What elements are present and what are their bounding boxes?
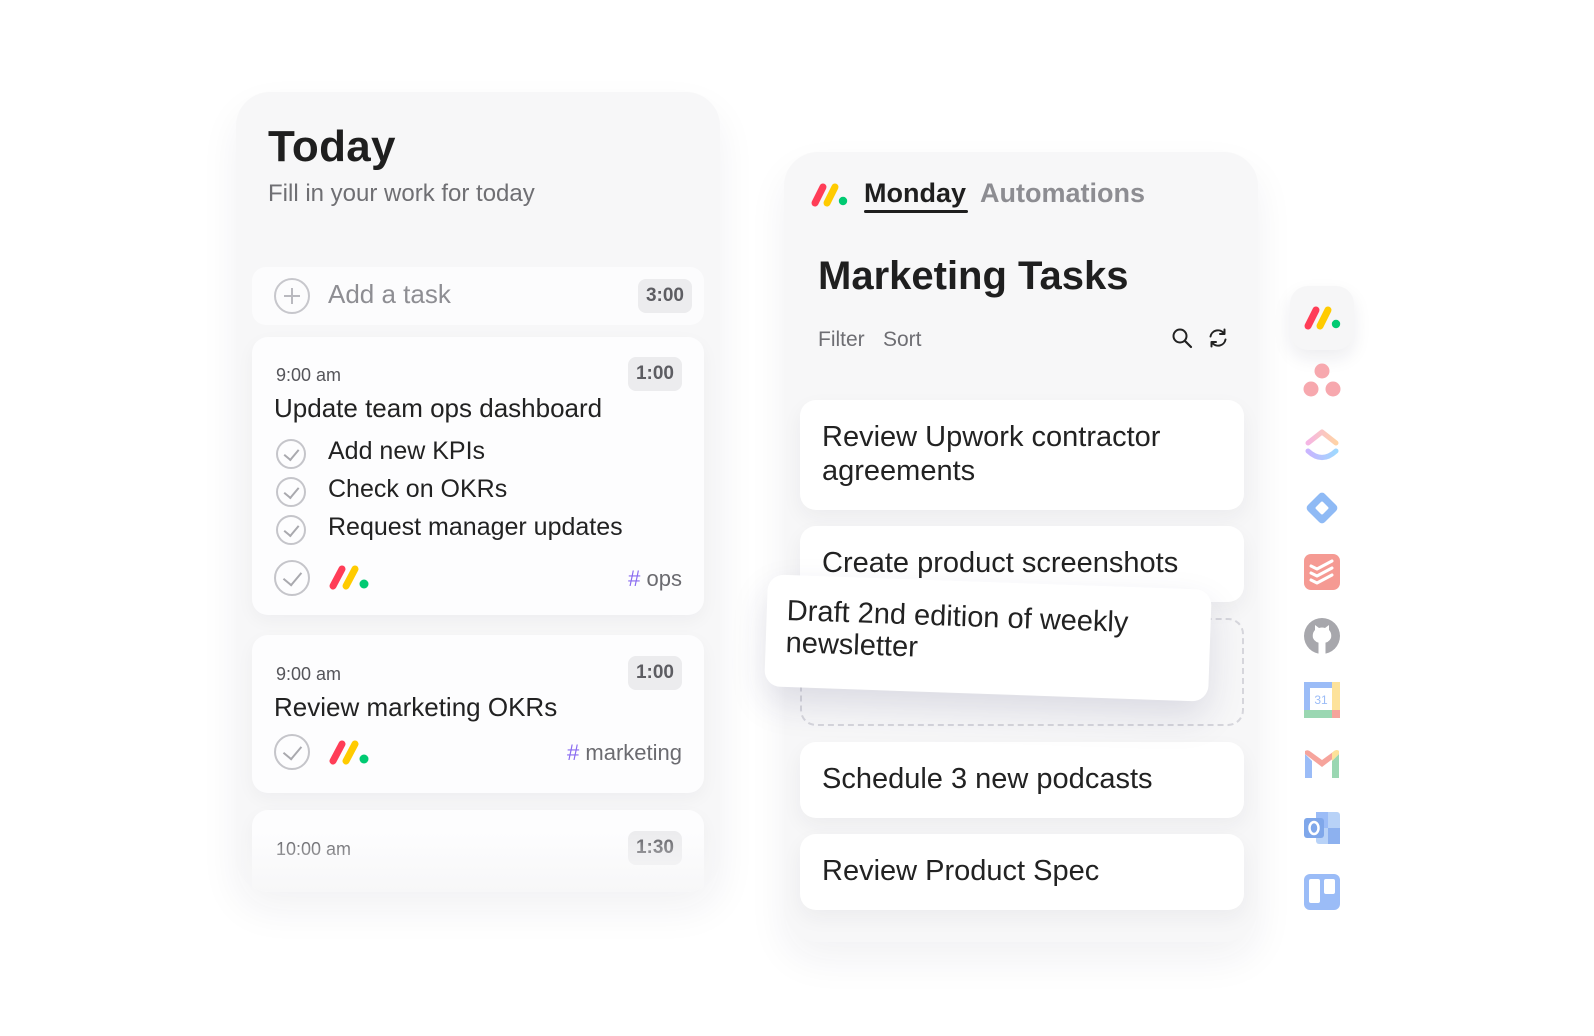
- jira-icon[interactable]: [1302, 488, 1342, 528]
- google-calendar-icon[interactable]: 31: [1302, 680, 1342, 720]
- dragging-task-label: Draft 2nd edition of weekly newsletter: [785, 594, 1129, 664]
- task-duration-badge[interactable]: 1:00: [627, 357, 682, 391]
- tag-text: ops: [646, 566, 682, 591]
- add-task-row[interactable]: Add a task 3:00: [252, 267, 704, 325]
- board-task-label: Create product screenshots: [822, 547, 1179, 579]
- add-task-input[interactable]: Add a task: [328, 279, 451, 310]
- dragging-task-card[interactable]: Draft 2nd edition of weekly newsletter: [764, 574, 1212, 702]
- hash-icon: #: [567, 740, 580, 765]
- gmail-icon[interactable]: [1302, 744, 1342, 784]
- subtask-check-icon[interactable]: [276, 515, 306, 545]
- subtask-label: Add new KPIs: [328, 437, 486, 465]
- monday-icon[interactable]: [1302, 298, 1342, 338]
- task-duration-badge[interactable]: 1:00: [627, 656, 682, 690]
- subtask-check-icon[interactable]: [276, 477, 306, 507]
- tag-label[interactable]: # marketing: [567, 740, 682, 766]
- refresh-icon[interactable]: [1206, 326, 1230, 350]
- outlook-icon[interactable]: [1302, 808, 1342, 848]
- today-title: Today: [268, 122, 396, 171]
- task-time: 9:00 am: [276, 664, 342, 684]
- complete-task-icon[interactable]: [274, 560, 310, 596]
- board-task-label: Review Upwork contractor agreements: [822, 421, 1161, 487]
- task-card[interactable]: 9:00 am 1:00 Update team ops dashboard A…: [252, 337, 704, 615]
- subtask-label: Check on OKRs: [328, 475, 508, 503]
- complete-task-icon[interactable]: [274, 734, 310, 770]
- sort-button[interactable]: Sort: [883, 328, 922, 352]
- filter-button[interactable]: Filter: [818, 328, 865, 352]
- board-task-card[interactable]: Review Product Spec: [800, 834, 1244, 910]
- task-time: 9:00 am: [276, 365, 342, 385]
- board-task-card[interactable]: Review Upwork contractor agreements: [800, 400, 1244, 510]
- monday-logo-icon: [811, 183, 848, 207]
- active-tab-indicator: [864, 210, 968, 213]
- trello-icon[interactable]: [1302, 872, 1342, 912]
- clickup-icon[interactable]: [1302, 424, 1342, 464]
- subtask-check-icon[interactable]: [276, 439, 306, 469]
- monday-panel: Monday Automations Marketing Tasks Filte…: [784, 152, 1258, 942]
- tag-text: marketing: [585, 740, 682, 765]
- tab-monday[interactable]: Monday: [864, 178, 966, 209]
- board-task-card[interactable]: Schedule 3 new podcasts: [800, 742, 1244, 818]
- calendar-day-label: 31: [1314, 693, 1328, 707]
- asana-icon[interactable]: [1302, 360, 1342, 400]
- today-subtitle: Fill in your work for today: [268, 180, 535, 207]
- task-card[interactable]: 10:00 am 1:30: [252, 810, 704, 892]
- github-icon[interactable]: [1302, 616, 1342, 656]
- task-card[interactable]: 9:00 am 1:00 Review marketing OKRs # mar…: [252, 635, 704, 793]
- board-title: Marketing Tasks: [818, 254, 1129, 298]
- task-duration-badge[interactable]: 1:30: [627, 831, 682, 865]
- todoist-icon[interactable]: [1302, 552, 1342, 592]
- hash-icon: #: [628, 566, 641, 591]
- task-title[interactable]: Update team ops dashboard: [274, 393, 602, 424]
- board-task-label: Schedule 3 new podcasts: [822, 763, 1153, 795]
- add-icon[interactable]: [274, 278, 310, 314]
- monday-logo-icon: [329, 740, 369, 765]
- total-duration-badge: 3:00: [637, 279, 692, 313]
- today-panel: Today Fill in your work for today Add a …: [236, 92, 720, 892]
- search-icon[interactable]: [1170, 326, 1194, 350]
- task-time: 10:00 am: [276, 839, 352, 859]
- task-title[interactable]: Review marketing OKRs: [274, 692, 557, 723]
- subtask-label: Request manager updates: [328, 513, 623, 541]
- monday-logo-icon: [329, 565, 369, 590]
- board-task-label: Review Product Spec: [822, 855, 1100, 887]
- tag-label[interactable]: # ops: [628, 566, 682, 592]
- tab-automations[interactable]: Automations: [980, 178, 1145, 209]
